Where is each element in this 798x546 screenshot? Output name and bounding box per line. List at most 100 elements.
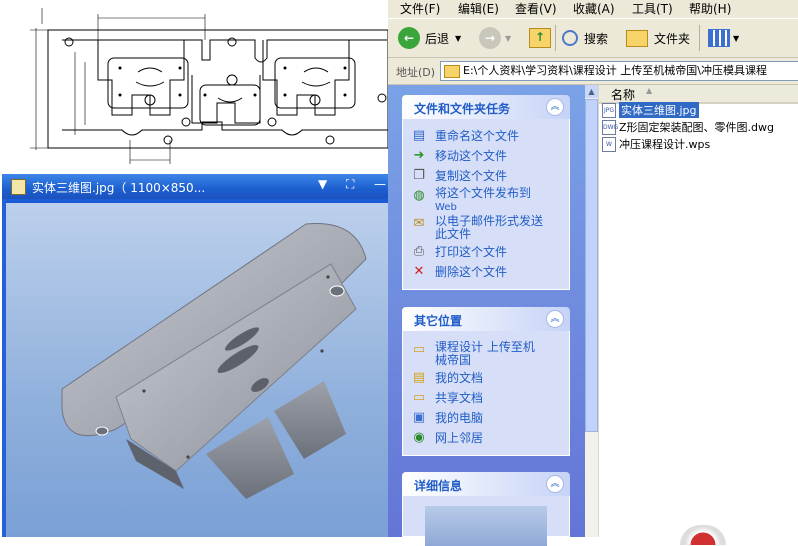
place-shared-documents[interactable]: ▭ 共享文档 — [411, 389, 569, 409]
menu-bar: 文件(F) 编辑(E) 查看(V) 收藏(A) 工具(T) 帮助(H) — [388, 0, 798, 19]
folders-button[interactable]: 文件夹 — [626, 25, 690, 51]
task-rename-label: 重命名这个文件 — [435, 129, 520, 143]
toolbar-separator — [555, 25, 556, 51]
views-button[interactable]: ▼ — [708, 25, 739, 51]
folder-icon — [444, 64, 460, 78]
back-arrow-icon: ← — [398, 27, 420, 49]
file-name: 实体三维图.jpg — [619, 102, 699, 118]
other-places-panel: 其它位置 ︽ ▭ 课程设计 上传至机 械帝国 ▤ 我的文档 ▭ 共享文档 ▣ 我的电脑 ◉… — [402, 307, 570, 456]
viewer-title-bar[interactable]: 实体三维图.jpg（ 1100×850... ▼ ⛶ — — [2, 174, 388, 199]
dwg-file-icon: DWG — [602, 119, 618, 135]
folder-icon: ▭ — [412, 342, 426, 357]
place-network[interactable]: ◉ 网上邻居 — [411, 429, 569, 449]
my-documents-icon: ▤ — [412, 370, 426, 385]
column-name-label: 名称 — [611, 88, 636, 102]
scroll-up-icon[interactable]: ▲ — [585, 85, 598, 98]
task-print-label: 打印这个文件 — [435, 245, 508, 259]
vertical-scrollbar[interactable]: ▲ — [585, 85, 599, 537]
task-rename[interactable]: ▤ 重命名这个文件 — [411, 127, 569, 147]
task-delete[interactable]: ✕ 删除这个文件 — [411, 263, 569, 283]
menu-favorites[interactable]: 收藏(A) — [573, 0, 615, 17]
explorer-window: 文件(F) 编辑(E) 查看(V) 收藏(A) 工具(T) 帮助(H) ← 后退… — [388, 0, 798, 546]
file-tasks-body: ▤ 重命名这个文件 ➜ 移动这个文件 ❐ 复制这个文件 ◍ 将这个文件发布到 Web ✉ 以… — [402, 119, 570, 290]
file-name: Z形固定架装配图、零件图.dwg — [619, 121, 774, 134]
place-computer-label: 我的电脑 — [435, 411, 484, 425]
task-print[interactable]: ⎙ 打印这个文件 — [411, 243, 569, 263]
task-email-label: 以电子邮件形式发送 — [435, 214, 544, 228]
task-move-label: 移动这个文件 — [435, 149, 508, 163]
collapse-icon[interactable]: ︽ — [546, 310, 564, 328]
other-places-title: 其它位置 — [414, 314, 463, 328]
views-icon — [708, 29, 730, 47]
shared-folder-icon: ▭ — [412, 390, 426, 405]
task-email-sub: 此文件 — [435, 227, 472, 241]
scroll-thumb[interactable] — [585, 99, 598, 432]
viewer-minimize-button[interactable]: — — [374, 177, 386, 191]
task-email[interactable]: ✉ 以电子邮件形式发送 此文件 — [411, 215, 569, 243]
place-my-computer[interactable]: ▣ 我的电脑 — [411, 409, 569, 429]
task-publish-web[interactable]: ◍ 将这个文件发布到 Web — [411, 187, 569, 215]
viewer-menu-button[interactable]: ▼ — [318, 177, 327, 191]
sheet-metal-3d-image — [61, 222, 367, 499]
address-bar: 地址(D) E:\个人资料\学习资料\课程设计 上传至机械帝国\冲压模具课程 — [388, 58, 798, 85]
details-body — [402, 496, 570, 546]
sort-ascending-icon: ▲ — [646, 86, 653, 95]
wps-file-icon: W — [602, 136, 616, 152]
views-dropdown-icon: ▼ — [733, 33, 740, 43]
jpg-file-icon: JPG — [602, 102, 616, 118]
toolbar: ← 后退 ▼ → ▼ ↑ 搜索 文件夹 ▼ — [388, 19, 798, 58]
details-header[interactable]: 详细信息 ︽ — [402, 472, 570, 496]
collapse-icon[interactable]: ︽ — [546, 475, 564, 493]
cad-drawing — [0, 0, 388, 172]
file-tasks-title: 文件和文件夹任务 — [414, 102, 511, 116]
image-viewer-window: 实体三维图.jpg（ 1100×850... ▼ ⛶ — — [2, 174, 390, 537]
address-field[interactable]: E:\个人资料\学习资料\课程设计 上传至机械帝国\冲压模具课程 — [440, 61, 798, 81]
task-move[interactable]: ➜ 移动这个文件 — [411, 147, 569, 167]
search-button[interactable]: 搜索 — [562, 25, 608, 51]
forward-button[interactable]: → ▼ — [479, 25, 511, 51]
forward-dropdown-icon[interactable]: ▼ — [505, 34, 511, 43]
up-folder-button[interactable]: ↑ — [529, 25, 551, 51]
other-places-header[interactable]: 其它位置 ︽ — [402, 307, 570, 331]
place-my-documents[interactable]: ▤ 我的文档 — [411, 369, 569, 389]
task-delete-label: 删除这个文件 — [435, 265, 508, 279]
forward-arrow-icon: → — [479, 27, 501, 49]
details-title: 详细信息 — [414, 479, 463, 493]
back-button[interactable]: ← 后退 ▼ — [398, 25, 461, 51]
place-network-label: 网上邻居 — [435, 431, 484, 445]
file-tasks-panel: 文件和文件夹任务 ︽ ▤ 重命名这个文件 ➜ 移动这个文件 ❐ 复制这个文件 ◍ 将这个… — [402, 95, 570, 290]
place-parent-folder[interactable]: ▭ 课程设计 上传至机 械帝国 — [411, 341, 569, 369]
network-icon: ◉ — [413, 430, 425, 445]
up-folder-icon: ↑ — [529, 28, 551, 48]
move-icon: ➜ — [413, 148, 425, 163]
file-row[interactable]: W 冲压课程设计.wps — [602, 136, 710, 152]
file-row[interactable]: JPG 实体三维图.jpg — [602, 102, 699, 118]
viewer-fullscreen-button[interactable]: ⛶ — [346, 177, 354, 192]
menu-file[interactable]: 文件(F) — [400, 0, 440, 17]
menu-help[interactable]: 帮助(H) — [689, 0, 731, 17]
place-my-documents-label: 我的文档 — [435, 371, 484, 385]
menu-tools[interactable]: 工具(T) — [632, 0, 673, 17]
back-dropdown-icon[interactable]: ▼ — [455, 34, 461, 43]
collapse-icon[interactable]: ︽ — [546, 98, 564, 116]
image-file-icon — [11, 179, 26, 195]
menu-view[interactable]: 查看(V) — [515, 0, 557, 17]
task-copy[interactable]: ❐ 复制这个文件 — [411, 167, 569, 187]
delete-icon: ✕ — [413, 264, 425, 279]
place-parent-sub: 械帝国 — [435, 353, 472, 367]
cad-blueprint-image — [30, 8, 388, 164]
computer-icon: ▣ — [412, 410, 426, 425]
globe-icon: ◍ — [413, 188, 425, 203]
place-shared-label: 共享文档 — [435, 391, 484, 405]
viewer-title: 实体三维图.jpg（ 1100×850... — [32, 181, 206, 195]
email-icon: ✉ — [413, 216, 425, 231]
task-publish-sub: Web — [435, 202, 457, 213]
menu-edit[interactable]: 编辑(E) — [458, 0, 499, 17]
task-pane: 文件和文件夹任务 ︽ ▤ 重命名这个文件 ➜ 移动这个文件 ❐ 复制这个文件 ◍ 将这个… — [388, 85, 585, 546]
address-path: E:\个人资料\学习资料\课程设计 上传至机械帝国\冲压模具课程 — [463, 64, 767, 77]
preview-thumbnail — [425, 506, 547, 546]
file-row[interactable]: DWG Z形固定架装配图、零件图.dwg — [602, 119, 774, 135]
viewer-canvas — [2, 199, 388, 537]
file-tasks-header[interactable]: 文件和文件夹任务 ︽ — [402, 95, 570, 119]
back-label: 后退 — [425, 31, 450, 46]
